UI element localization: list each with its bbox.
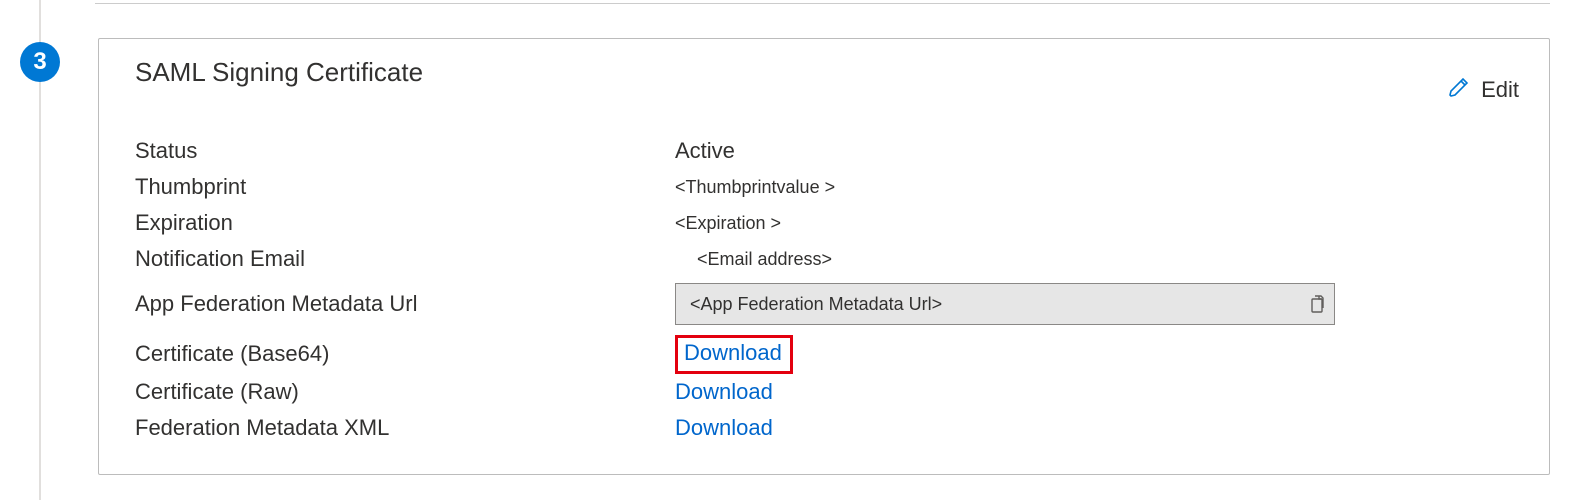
previous-card-edge bbox=[95, 0, 1550, 4]
row-cert-raw: Certificate (Raw) Download bbox=[135, 374, 1519, 410]
download-cert-raw-link[interactable]: Download bbox=[675, 379, 773, 405]
row-expiration: Expiration <Expiration > bbox=[135, 205, 1519, 241]
row-notification-email: Notification Email <Email address> bbox=[135, 241, 1519, 277]
metadata-url-value: <App Federation Metadata Url> bbox=[690, 294, 1304, 315]
label-cert-raw: Certificate (Raw) bbox=[135, 379, 675, 405]
row-thumbprint: Thumbprint <Thumbprintvalue > bbox=[135, 169, 1519, 205]
label-expiration: Expiration bbox=[135, 210, 675, 236]
saml-certificate-card: SAML Signing Certificate Edit Status Act… bbox=[98, 38, 1550, 475]
download-cert-base64-link[interactable]: Download bbox=[675, 335, 793, 374]
download-fed-xml-link[interactable]: Download bbox=[675, 415, 773, 441]
label-notification-email: Notification Email bbox=[135, 246, 675, 272]
value-notification-email: <Email address> bbox=[675, 249, 832, 270]
pencil-icon bbox=[1447, 75, 1471, 105]
row-fed-xml: Federation Metadata XML Download bbox=[135, 410, 1519, 446]
row-cert-base64: Certificate (Base64) Download bbox=[135, 335, 1519, 374]
step-number-badge: 3 bbox=[20, 42, 60, 82]
row-status: Status Active bbox=[135, 133, 1519, 169]
value-expiration: <Expiration > bbox=[675, 213, 781, 234]
label-cert-base64: Certificate (Base64) bbox=[135, 341, 675, 367]
value-status: Active bbox=[675, 138, 735, 164]
edit-button[interactable]: Edit bbox=[1447, 75, 1519, 105]
label-status: Status bbox=[135, 138, 675, 164]
value-thumbprint: <Thumbprintvalue > bbox=[675, 177, 835, 198]
edit-label: Edit bbox=[1481, 77, 1519, 103]
label-fed-xml: Federation Metadata XML bbox=[135, 415, 675, 441]
copy-icon[interactable] bbox=[1304, 292, 1328, 316]
label-metadata-url: App Federation Metadata Url bbox=[135, 291, 675, 317]
card-title: SAML Signing Certificate bbox=[135, 57, 423, 88]
metadata-url-field[interactable]: <App Federation Metadata Url> bbox=[675, 283, 1335, 325]
row-metadata-url: App Federation Metadata Url <App Federat… bbox=[135, 283, 1519, 325]
label-thumbprint: Thumbprint bbox=[135, 174, 675, 200]
